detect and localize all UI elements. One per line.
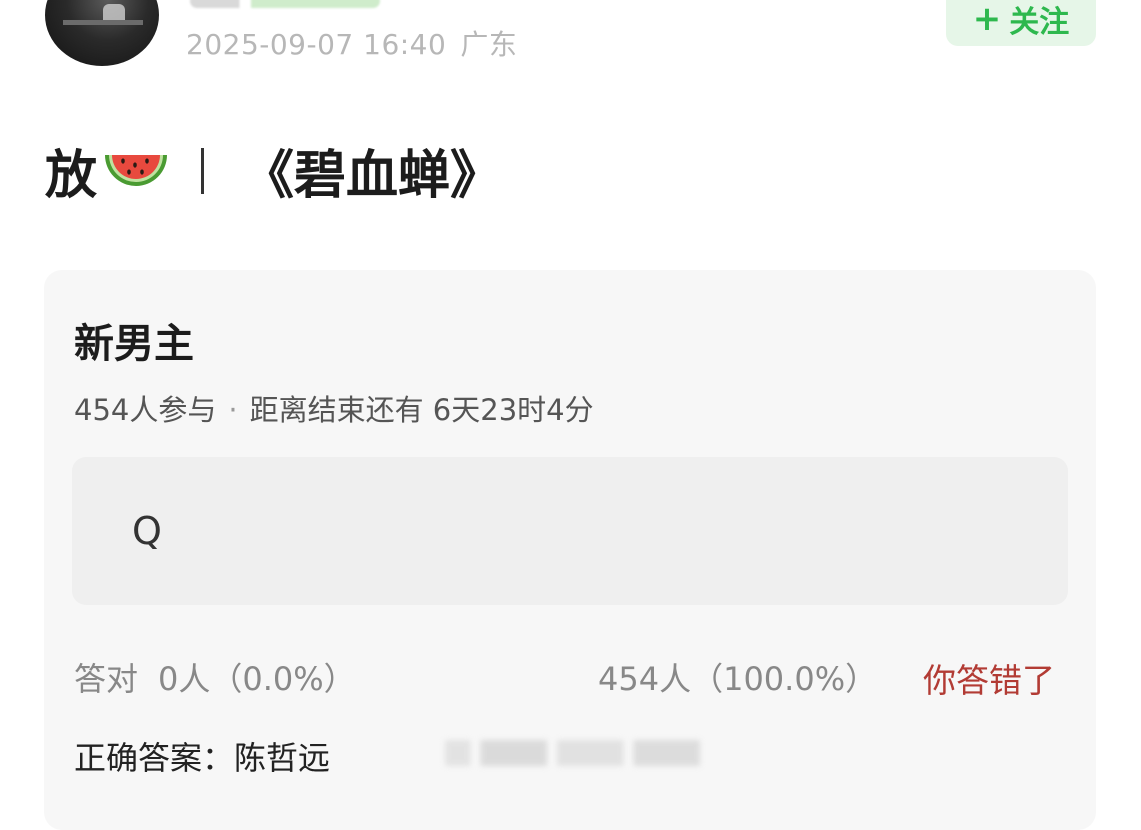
post-title-prefix: 放	[45, 146, 98, 206]
correct-label: 答对	[74, 660, 139, 698]
answer-input-value: Q	[132, 509, 162, 553]
stats-separator: ·	[228, 393, 238, 427]
correct-stats: 答对 0人（0.0%）	[74, 654, 356, 700]
follow-button[interactable]: + 关注	[946, 0, 1096, 46]
post-title-work: 《碧血蝉》	[242, 146, 503, 206]
quiz-participants: 454人参与	[74, 393, 217, 427]
blurred-watermark	[445, 740, 700, 766]
title-divider	[201, 147, 205, 194]
answer-input[interactable]: Q	[72, 457, 1068, 605]
quiz-stats: 454人参与 · 距离结束还有 6天23时4分	[74, 387, 594, 429]
quiz-countdown: 距离结束还有 6天23时4分	[249, 393, 594, 427]
quiz-title: 新男主	[74, 321, 194, 367]
author-name-blurred[interactable]	[190, 0, 380, 8]
post-timestamp: 2025-09-07 16:40	[186, 28, 447, 61]
watermelon-emoji-icon	[105, 154, 168, 186]
plus-icon: +	[972, 0, 1002, 39]
wrong-count: 454人（100.0%）	[598, 660, 878, 698]
author-avatar[interactable]	[45, 0, 159, 66]
correct-answer: 正确答案：陈哲远	[74, 739, 331, 777]
result-badge: 你答错了	[923, 661, 1055, 700]
post-location: 广东	[460, 28, 518, 61]
avatar-stage	[63, 20, 143, 25]
follow-label: 关注	[1009, 5, 1070, 40]
post-title: 放 《碧血蝉》	[45, 133, 502, 208]
post-meta: 2025-09-07 16:40 广东	[186, 23, 517, 63]
correct-count: 0人（0.0%）	[158, 660, 356, 698]
